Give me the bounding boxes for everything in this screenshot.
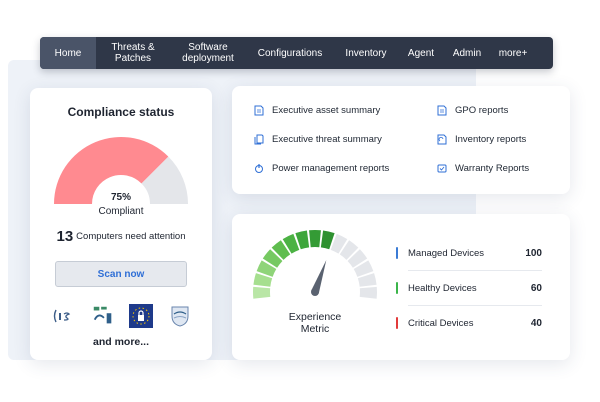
scan-now-button[interactable]: Scan now [55, 261, 187, 287]
device-count: 40 [530, 317, 542, 329]
device-row-healthy-devices[interactable]: Healthy Devices 60 [396, 273, 542, 303]
gauge-segment [359, 286, 377, 299]
compliance-status-label: Compliant [98, 206, 144, 217]
report-link-label: Executive threat summary [272, 134, 382, 145]
experience-title-line1: Experience [288, 311, 342, 323]
report-link-label: Power management reports [272, 163, 390, 174]
attention-count: 13 [56, 228, 74, 245]
report-link-label: Inventory reports [455, 134, 527, 145]
gauge-segment [309, 230, 321, 248]
report-link-gpo-reports[interactable]: GPO reports [437, 105, 508, 116]
document-icon [254, 105, 264, 116]
report-link-executive-asset-summary[interactable]: Executive asset summary [254, 105, 380, 116]
nav-item-software-deployment[interactable]: Software deployment [170, 37, 246, 69]
top-navigation-bar: Home Threats & Patches Software deployment… [40, 37, 553, 69]
device-count: 60 [530, 282, 542, 294]
gauge-needle-hub [311, 288, 319, 296]
report-link-label: GPO reports [455, 105, 509, 116]
experience-title: Experience Metric [250, 311, 380, 335]
report-link-warranty-reports[interactable]: Warranty Reports [437, 163, 529, 174]
device-label: Critical Devices [408, 317, 474, 329]
attention-text: Computers need attention [76, 231, 186, 242]
report-link-executive-threat-summary[interactable]: Executive threat summary [254, 134, 382, 145]
report-link-power-management-reports[interactable]: Power management reports [254, 163, 389, 174]
and-more-text: and more... [92, 336, 149, 348]
certification-logo [91, 304, 115, 328]
power-icon [255, 164, 263, 173]
nav-item-threats-patches[interactable]: Threats & Patches [96, 37, 170, 69]
device-row-divider [408, 305, 542, 306]
compliance-logos [52, 304, 192, 328]
experience-metric-card: Experience Metric Managed Devices 100 Heal… [232, 214, 570, 360]
nav-item-home[interactable]: Home [40, 37, 96, 69]
shield-logo [168, 304, 192, 328]
device-row-divider [408, 270, 542, 271]
nav-item-admin[interactable]: Admin [444, 37, 490, 69]
cis-logo [52, 304, 76, 328]
compliance-title: Compliance status [67, 105, 175, 119]
device-color-indicator [396, 282, 398, 294]
device-row-managed-devices[interactable]: Managed Devices 100 [396, 238, 542, 268]
eu-lock-logo [129, 304, 154, 328]
documents-icon [254, 134, 264, 145]
warranty-icon [437, 164, 447, 173]
document-icon [437, 105, 447, 116]
compliance-percent: 75% [110, 192, 131, 203]
experience-gauge [253, 230, 377, 299]
experience-title-line2: Metric [300, 323, 330, 335]
gauge-segment [253, 286, 271, 299]
attention-summary: 13 Computers need attention [30, 228, 212, 245]
device-label: Healthy Devices [408, 282, 477, 294]
report-link-label: Warranty Reports [455, 163, 530, 174]
nav-item-inventory[interactable]: Inventory [334, 37, 398, 69]
refresh-document-icon [437, 134, 447, 145]
report-link-label: Executive asset summary [272, 105, 381, 116]
device-color-indicator [396, 317, 398, 329]
nav-item-agent[interactable]: Agent [398, 37, 444, 69]
device-count: 100 [525, 247, 542, 259]
device-label: Managed Devices [408, 247, 485, 259]
reports-card: Executive asset summary GPO reports Execut… [232, 86, 570, 194]
nav-item-configurations[interactable]: Configurations [246, 37, 334, 69]
device-color-indicator [396, 247, 398, 259]
compliance-status-card: Compliance status 75% Compliant 13 Comput… [30, 88, 212, 360]
report-link-inventory-reports[interactable]: Inventory reports [437, 134, 526, 145]
nav-item-more[interactable]: more+ [490, 37, 536, 69]
device-row-critical-devices[interactable]: Critical Devices 40 [396, 308, 542, 338]
